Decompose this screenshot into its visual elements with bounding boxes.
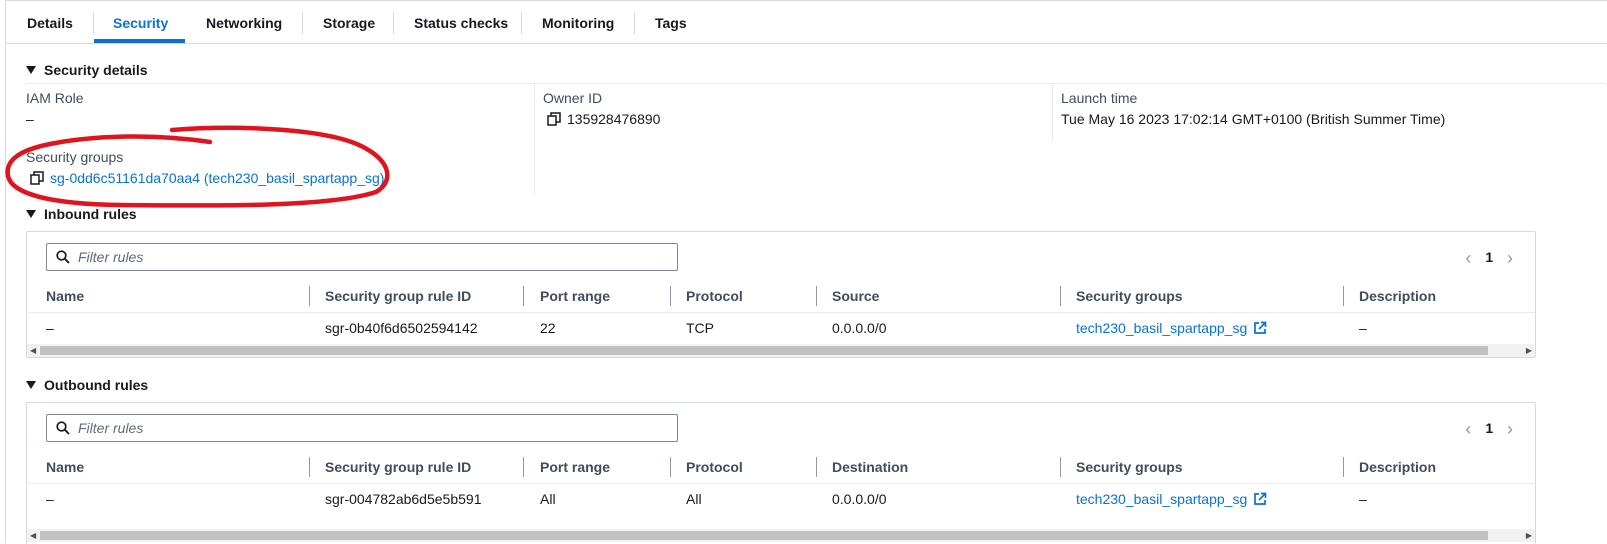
annotation-circle <box>5 125 390 208</box>
